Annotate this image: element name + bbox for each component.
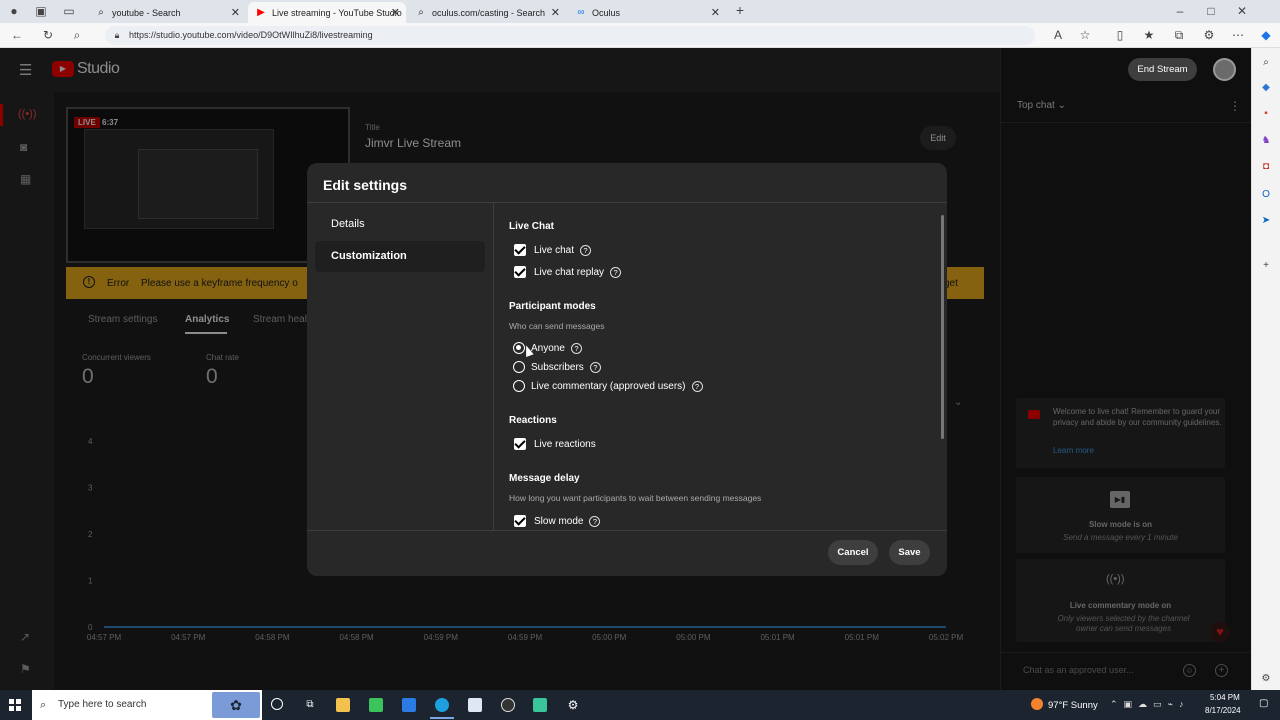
outlook-icon[interactable]: O xyxy=(1259,188,1273,202)
minimize-icon[interactable]: – xyxy=(1172,4,1188,18)
slow-mode-label: Slow mode xyxy=(534,515,584,527)
favorites-icon[interactable]: ★ xyxy=(1141,28,1157,42)
help-icon[interactable]: ? xyxy=(610,266,622,278)
reactions-heading: Reactions xyxy=(509,415,557,426)
live-reactions-label: Live reactions xyxy=(534,438,596,450)
active-app-indicator xyxy=(430,717,454,719)
live-chat-replay-checkbox[interactable] xyxy=(514,266,526,278)
participant-subscribers-option[interactable]: Subscribers ? xyxy=(513,361,601,373)
favorite-icon[interactable]: ☆ xyxy=(1077,28,1093,42)
search-icon: ⌕ xyxy=(40,699,47,711)
dialog-content: Live Chat Live chat ? Live chat replay ?… xyxy=(494,203,939,530)
windows-start-icon[interactable] xyxy=(9,699,21,711)
live-chat-replay-label: Live chat replay xyxy=(534,266,605,278)
commentary-label: Live commentary (approved users) xyxy=(531,380,686,392)
participant-modes-heading: Participant modes xyxy=(509,301,596,312)
notifications-icon[interactable]: ▢ xyxy=(1259,698,1268,709)
read-aloud-icon[interactable]: A xyxy=(1050,28,1066,42)
add-icon[interactable]: + xyxy=(1259,259,1273,273)
system-tray-icons[interactable]: ⌃▣☁▭⌁♪ xyxy=(1110,699,1189,710)
task-view-icon[interactable]: ⧉ xyxy=(303,698,317,712)
games-icon[interactable]: ♞ xyxy=(1259,134,1273,148)
shopping-icon[interactable]: ◆ xyxy=(1259,81,1273,95)
commentary-radio[interactable] xyxy=(513,380,525,392)
help-icon[interactable]: ? xyxy=(580,244,592,256)
participant-modes-subtitle: Who can send messages xyxy=(509,321,605,331)
more-icon[interactable]: ⋯ xyxy=(1230,28,1246,42)
collections-icon[interactable]: ⧉ xyxy=(1171,28,1187,42)
edge-sidebar: ⌕ ◆ ▪ ♞ ◘ O ➤ + ⚙ xyxy=(1251,48,1280,690)
live-reactions-option[interactable]: Live reactions xyxy=(514,438,596,450)
pinned-app-icon[interactable] xyxy=(468,698,482,712)
search-highlight-icon[interactable]: ✿ xyxy=(212,692,260,718)
windows-taskbar: Type here to search ⌕ ✿ ⧉ ⚙ 97°F Sunny ⌃… xyxy=(0,690,1280,720)
tools-icon[interactable]: ▪ xyxy=(1259,107,1273,121)
settings-icon[interactable]: ⚙ xyxy=(1259,672,1273,686)
participant-commentary-option[interactable]: Live commentary (approved users) ? xyxy=(513,380,703,392)
weather-icon xyxy=(1031,698,1043,710)
office-icon[interactable]: ◘ xyxy=(1259,160,1273,174)
discord-icon[interactable] xyxy=(533,698,547,712)
save-button[interactable]: Save xyxy=(889,540,930,565)
avatar[interactable] xyxy=(1213,58,1236,81)
message-delay-heading: Message delay xyxy=(509,473,580,484)
help-icon[interactable]: ? xyxy=(691,380,703,392)
dialog-sidebar: Details Customization xyxy=(307,203,493,530)
help-icon[interactable]: ? xyxy=(589,361,601,373)
cancel-button[interactable]: Cancel xyxy=(828,540,878,565)
live-chat-option[interactable]: Live chat ? xyxy=(514,244,592,256)
modal-bottom-divider xyxy=(307,530,947,531)
live-chat-heading: Live Chat xyxy=(509,221,555,232)
dialog-title: Edit settings xyxy=(323,177,408,193)
edge-icon[interactable] xyxy=(435,698,449,712)
end-stream-button[interactable]: End Stream xyxy=(1128,58,1197,81)
anyone-label: Anyone xyxy=(531,342,565,354)
split-screen-icon[interactable]: ▯ xyxy=(1112,28,1128,42)
copilot-icon[interactable]: ◆ xyxy=(1258,28,1274,42)
edit-settings-dialog: Edit settings Details Customization Live… xyxy=(307,163,947,576)
send-icon[interactable]: ➤ xyxy=(1259,214,1273,228)
close-window-icon[interactable]: ✕ xyxy=(1234,4,1250,18)
slow-mode-option[interactable]: Slow mode ? xyxy=(514,515,601,527)
extensions-icon[interactable]: ⚙ xyxy=(1201,28,1217,42)
search-icon[interactable]: ⌕ xyxy=(1259,56,1273,70)
weather-text[interactable]: 97°F Sunny xyxy=(1048,700,1098,711)
cortana-icon[interactable] xyxy=(271,698,283,710)
sidebar-item-customization[interactable]: Customization xyxy=(315,241,485,272)
mail-icon[interactable] xyxy=(402,698,416,712)
live-chat-label: Live chat xyxy=(534,244,575,256)
dialog-scrollbar[interactable] xyxy=(941,215,944,439)
subscribers-radio[interactable] xyxy=(513,361,525,373)
sidebar-item-details[interactable]: Details xyxy=(315,209,485,240)
live-chat-replay-option[interactable]: Live chat replay ? xyxy=(514,266,622,278)
obs-icon[interactable] xyxy=(501,698,515,712)
subscribers-label: Subscribers xyxy=(531,361,584,373)
maximize-icon[interactable]: □ xyxy=(1203,4,1219,18)
file-explorer-icon[interactable] xyxy=(336,698,350,712)
clock-date[interactable]: 8/17/2024 xyxy=(1205,706,1241,715)
slow-mode-checkbox[interactable] xyxy=(514,515,526,527)
settings-icon[interactable]: ⚙ xyxy=(566,698,580,712)
help-icon[interactable]: ? xyxy=(570,342,582,354)
store-icon[interactable] xyxy=(369,698,383,712)
message-delay-subtitle: How long you want participants to wait b… xyxy=(509,493,762,503)
help-icon[interactable]: ? xyxy=(589,515,601,527)
live-reactions-checkbox[interactable] xyxy=(514,438,526,450)
live-chat-checkbox[interactable] xyxy=(514,244,526,256)
clock-time[interactable]: 5:04 PM xyxy=(1210,693,1240,702)
